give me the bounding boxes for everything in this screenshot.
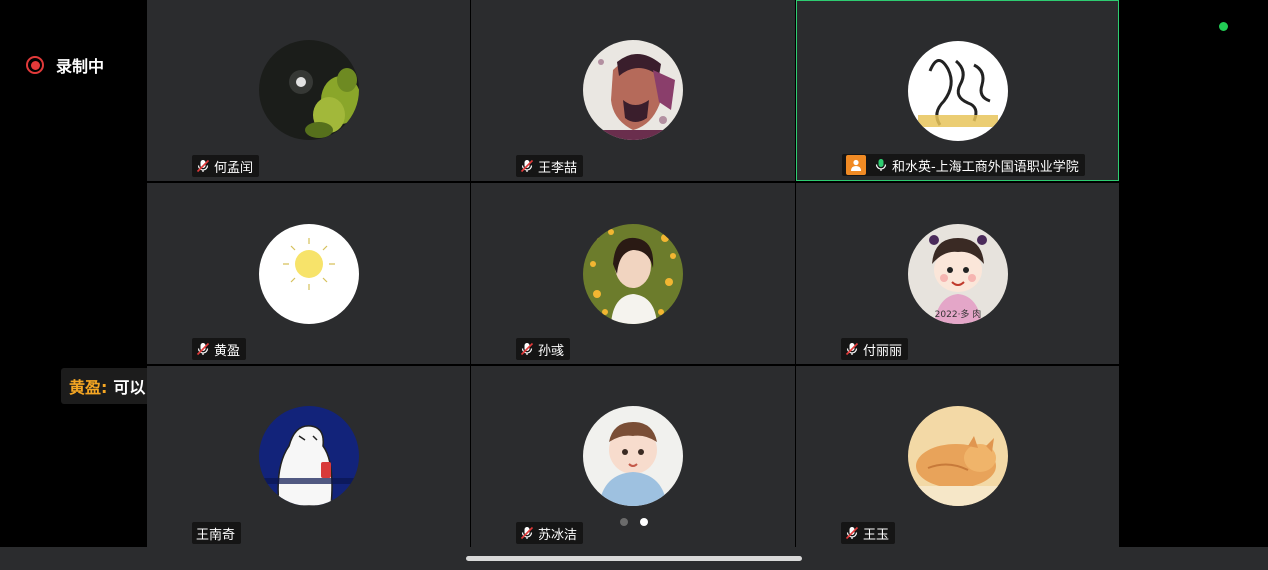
participant-nametag: 王南奇 <box>192 522 242 544</box>
mic-muted-icon <box>845 526 859 540</box>
participant-nametag: 苏冰洁 <box>516 522 584 544</box>
participant-grid: 何孟闰 王李喆 和水英-上海工商外国语职业学院 黄盈 孙彧 2022·多 肉 付… <box>147 0 1120 548</box>
avatar <box>907 41 1008 141</box>
avatar <box>583 40 683 140</box>
participant-tile[interactable]: 王李喆 <box>471 0 795 181</box>
mic-muted-icon <box>520 526 534 540</box>
participant-name: 黄盈 <box>214 343 241 359</box>
participant-tile[interactable]: 王玉 <box>796 366 1119 548</box>
participant-name: 孙彧 <box>538 343 565 359</box>
participant-nametag: 孙彧 <box>516 338 571 360</box>
avatar <box>583 406 683 506</box>
recording-indicator: 录制中 <box>26 53 104 77</box>
participant-tile[interactable]: 王南奇 <box>147 366 470 548</box>
participant-tile[interactable]: 黄盈 <box>147 183 470 364</box>
participant-name: 和水英-上海工商外国语职业学院 <box>892 159 1079 175</box>
avatar <box>258 406 359 506</box>
page-dot[interactable] <box>620 518 628 526</box>
home-indicator[interactable] <box>466 556 802 561</box>
participant-name: 付丽丽 <box>863 343 903 359</box>
participant-tile[interactable]: 孙彧 <box>471 183 795 364</box>
participant-nametag: 付丽丽 <box>841 338 909 360</box>
mic-muted-icon <box>520 159 534 173</box>
avatar <box>583 224 683 324</box>
mic-muted-icon <box>845 342 859 356</box>
participant-name: 王玉 <box>863 527 890 543</box>
participant-name: 苏冰洁 <box>538 527 578 543</box>
participant-nametag: 何孟闰 <box>192 155 260 177</box>
participant-nametag: 王李喆 <box>516 155 584 177</box>
connection-status-dot <box>1219 22 1228 31</box>
participant-tile[interactable]: 何孟闰 <box>147 0 470 181</box>
participant-nametag: 黄盈 <box>192 338 247 360</box>
avatar <box>907 406 1008 506</box>
mic-muted-icon <box>520 342 534 356</box>
mic-muted-icon <box>196 159 210 173</box>
mic-active-icon <box>875 159 887 171</box>
recording-label: 录制中 <box>56 57 105 76</box>
chat-message: 可以 <box>113 378 146 397</box>
avatar <box>258 40 359 140</box>
avatar: 2022·多 肉 <box>907 224 1008 324</box>
participant-name: 王李喆 <box>538 160 578 176</box>
participant-tile[interactable]: 2022·多 肉 付丽丽 <box>796 183 1119 364</box>
participant-nametag: 王玉 <box>841 522 896 544</box>
avatar-caption: 2022·多 肉 <box>934 308 981 320</box>
chat-bubble[interactable]: 黄盈: 可以 <box>61 368 154 404</box>
host-icon <box>846 155 866 175</box>
participant-tile-active-speaker[interactable]: 和水英-上海工商外国语职业学院 <box>796 0 1119 181</box>
participant-name: 何孟闰 <box>214 160 254 176</box>
page-dot-active[interactable] <box>640 518 648 526</box>
participant-name: 王南奇 <box>196 527 236 543</box>
mic-muted-icon <box>196 342 210 356</box>
record-icon <box>26 56 44 74</box>
chat-sender: 黄盈: <box>69 378 108 397</box>
page-indicator[interactable] <box>620 518 648 526</box>
avatar <box>258 224 359 324</box>
participant-nametag: 和水英-上海工商外国语职业学院 <box>842 154 1085 176</box>
